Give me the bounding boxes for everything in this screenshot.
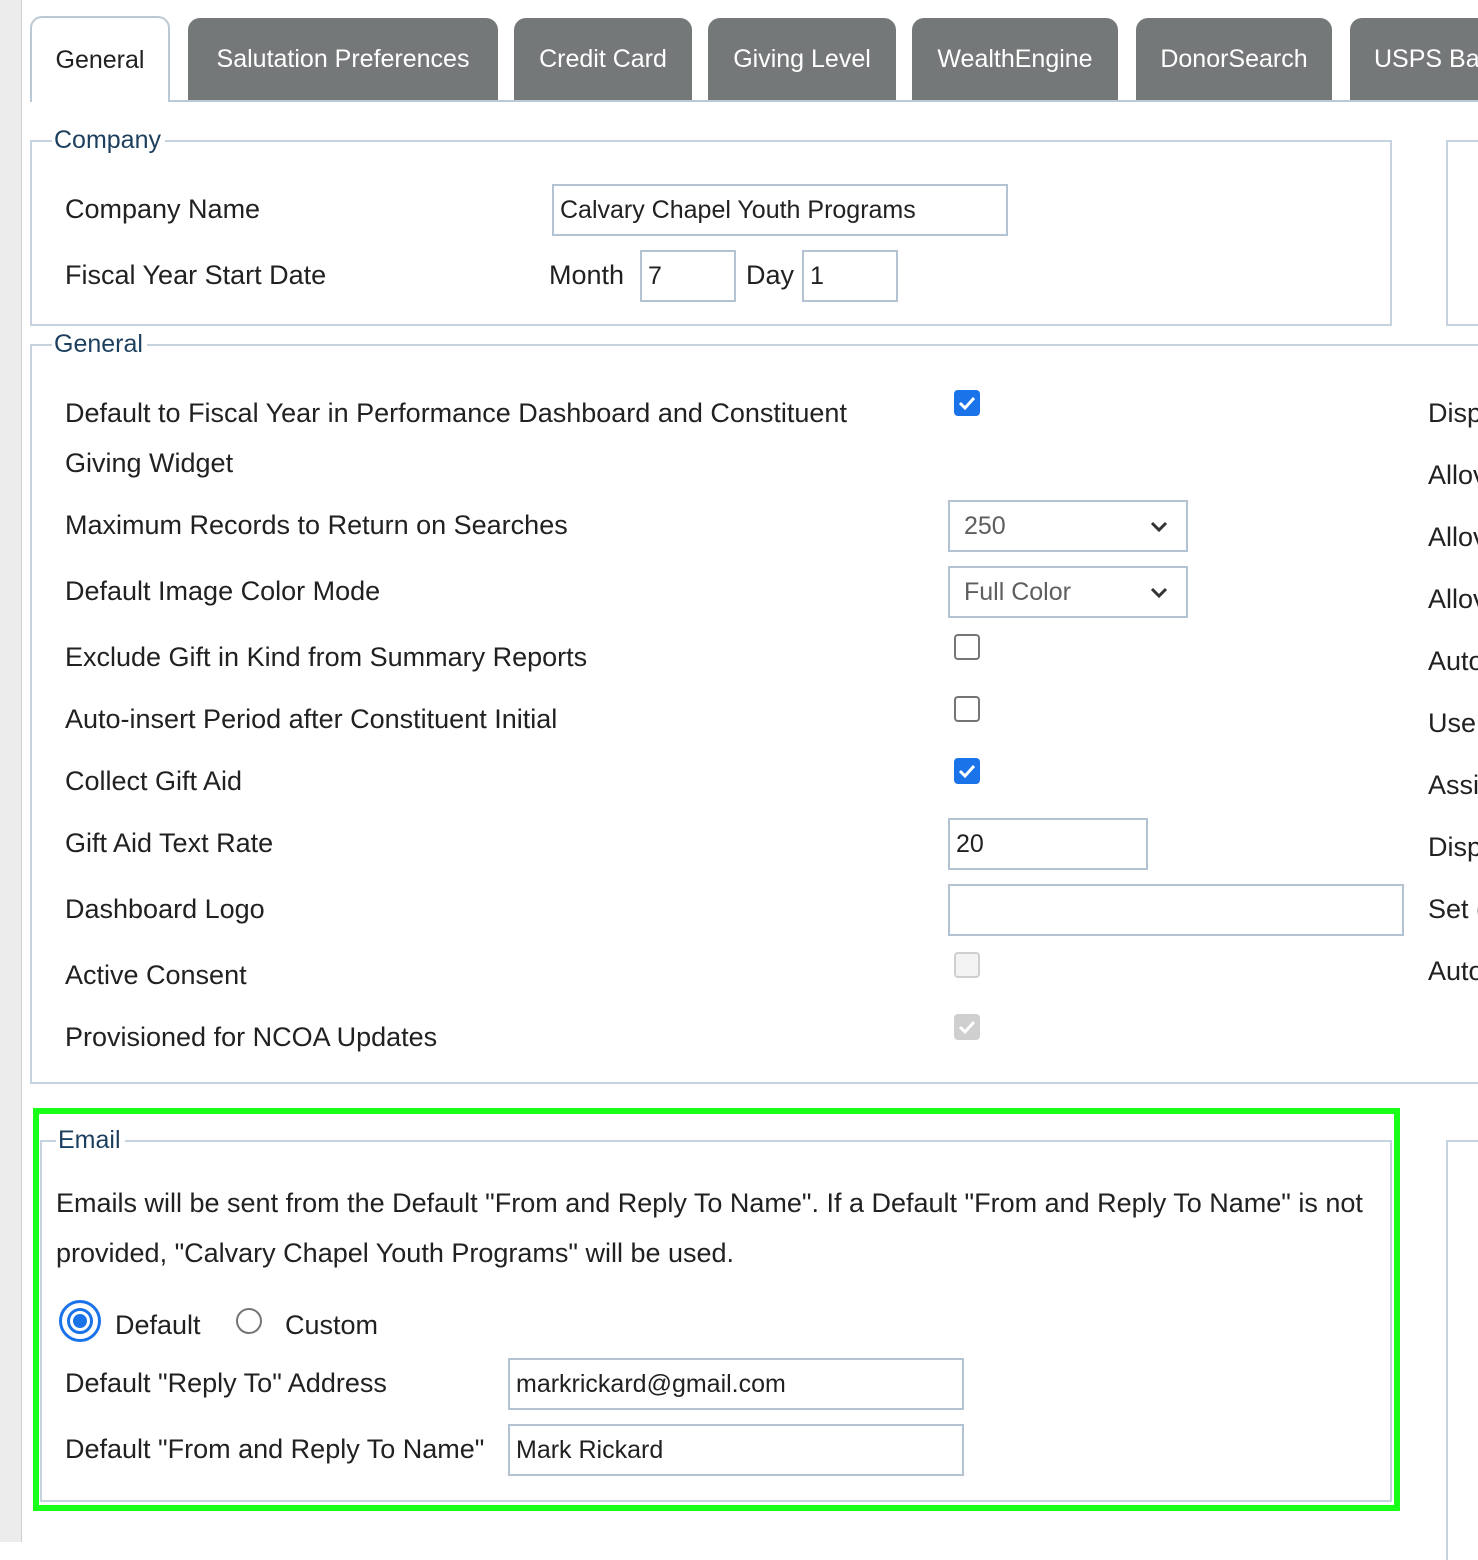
- exclude-gik-checkbox[interactable]: [954, 634, 980, 660]
- right-fieldset-partial-2: [1446, 1140, 1478, 1560]
- right-label-6: Use: [1428, 708, 1477, 738]
- tab-giving-level[interactable]: Giving Level: [708, 18, 896, 100]
- right-label-10: Auto: [1428, 956, 1478, 986]
- auto-period-checkbox[interactable]: [954, 696, 980, 722]
- gift-aid-rate-label: Gift Aid Text Rate: [65, 828, 274, 858]
- tab-wealthengine[interactable]: WealthEngine: [912, 18, 1118, 100]
- tab-bar: General Salutation Preferences Credit Ca…: [30, 16, 1478, 102]
- active-consent-checkbox: [954, 952, 980, 978]
- active-consent-label: Active Consent: [65, 960, 247, 990]
- right-label-5: Auto: [1428, 646, 1478, 676]
- tab-usps-barcode[interactable]: USPS Bar: [1350, 18, 1478, 100]
- image-mode-label: Default Image Color Mode: [65, 576, 381, 606]
- company-legend: Company: [52, 123, 165, 157]
- gift-aid-label: Collect Gift Aid: [65, 766, 243, 796]
- check-icon: [958, 764, 976, 779]
- max-records-label: Maximum Records to Return on Searches: [65, 510, 568, 540]
- ncoa-label: Provisioned for NCOA Updates: [65, 1022, 438, 1052]
- email-highlight-box: [33, 1108, 1400, 1511]
- tab-label: Credit Card: [539, 44, 667, 73]
- month-input[interactable]: 7: [640, 250, 736, 302]
- tab-salutation-preferences[interactable]: Salutation Preferences: [188, 18, 498, 100]
- dashboard-logo-label: Dashboard Logo: [65, 894, 265, 924]
- tab-label: WealthEngine: [937, 44, 1093, 73]
- tab-label: General: [55, 45, 145, 74]
- gift-aid-checkbox[interactable]: [954, 758, 980, 784]
- company-name-label: Company Name: [65, 194, 261, 224]
- image-mode-select[interactable]: Full Color: [948, 566, 1188, 618]
- default-fiscal-label-line1: Default to Fiscal Year in Performance Da…: [65, 398, 847, 428]
- radio-dot: [73, 1314, 87, 1328]
- exclude-gik-label: Exclude Gift in Kind from Summary Report…: [65, 642, 588, 672]
- max-records-select[interactable]: 250: [948, 500, 1188, 552]
- gift-aid-rate-input[interactable]: 20: [948, 818, 1148, 870]
- fiscal-year-label: Fiscal Year Start Date: [65, 260, 327, 290]
- general-legend: General: [52, 327, 147, 361]
- right-label-3: Allov: [1428, 522, 1478, 552]
- tab-label: DonorSearch: [1160, 44, 1308, 73]
- chevron-down-icon: [1150, 587, 1168, 599]
- tab-general[interactable]: General: [30, 16, 170, 102]
- tab-label: Salutation Preferences: [216, 44, 470, 73]
- left-panel-edge: [0, 0, 22, 1542]
- day-label: Day: [746, 260, 795, 290]
- image-mode-value: Full Color: [964, 577, 1071, 606]
- default-fiscal-checkbox[interactable]: [954, 390, 980, 416]
- right-label-9: Set (: [1428, 894, 1478, 924]
- dashboard-logo-input[interactable]: [948, 884, 1404, 936]
- chevron-down-icon: [1150, 521, 1168, 533]
- tab-underline: [30, 100, 1478, 102]
- auto-period-label: Auto-insert Period after Constituent Ini…: [65, 704, 558, 734]
- right-label-2: Allov: [1428, 460, 1478, 490]
- right-fieldset-partial: [1446, 140, 1478, 326]
- tab-label: USPS Bar: [1374, 44, 1478, 73]
- day-input[interactable]: 1: [802, 250, 898, 302]
- tab-label: Giving Level: [733, 44, 871, 73]
- check-icon: [958, 1020, 976, 1035]
- right-label-8: Disp: [1428, 832, 1478, 862]
- check-icon: [958, 396, 976, 411]
- month-label: Month: [549, 260, 625, 290]
- right-label-1: Disp: [1428, 398, 1478, 428]
- tab-donorsearch[interactable]: DonorSearch: [1136, 18, 1332, 100]
- default-fiscal-label-line2: Giving Widget: [65, 448, 234, 478]
- company-name-input[interactable]: Calvary Chapel Youth Programs: [552, 184, 1008, 236]
- right-label-7: Assi: [1428, 770, 1478, 800]
- ncoa-checkbox: [954, 1014, 980, 1040]
- tab-credit-card[interactable]: Credit Card: [514, 18, 692, 100]
- max-records-value: 250: [964, 511, 1006, 540]
- right-label-4: Allov: [1428, 584, 1478, 614]
